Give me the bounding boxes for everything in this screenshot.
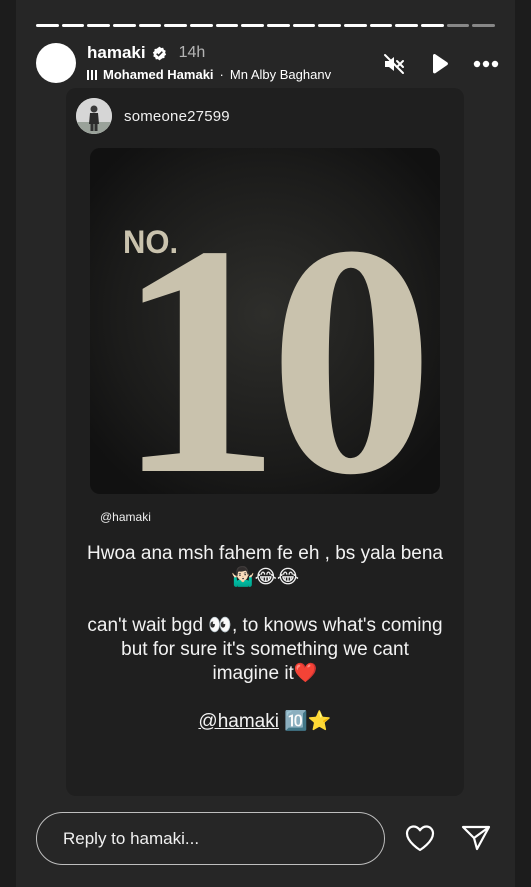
- mute-button[interactable]: [381, 51, 407, 77]
- progress-segment: [138, 24, 162, 27]
- story-controls: [381, 51, 499, 77]
- card-user[interactable]: someone27599: [76, 98, 230, 134]
- shared-post-card[interactable]: someone27599 NO. 10 @hamaki Hwoa ana msh…: [66, 88, 464, 796]
- story-progress-bar: [36, 24, 496, 27]
- reply-actions: [404, 822, 492, 854]
- share-button[interactable]: [460, 822, 492, 854]
- heart-icon: [405, 825, 435, 852]
- play-button[interactable]: [427, 51, 453, 77]
- reply-input[interactable]: Reply to hamaki...: [36, 812, 385, 865]
- progress-segment: [190, 24, 213, 27]
- mention-sticker[interactable]: @hamaki: [100, 510, 151, 524]
- verified-badge-icon: [152, 46, 167, 61]
- progress-segment: [241, 24, 265, 27]
- progress-segment: [472, 24, 496, 27]
- progress-segment: [36, 24, 59, 27]
- progress-segment: [369, 24, 393, 27]
- music-info[interactable]: Mohamed Hamaki · Mn Alby Baghanv: [87, 67, 357, 82]
- progress-segment: [395, 24, 419, 27]
- mention-link[interactable]: @hamaki: [198, 711, 279, 732]
- story-viewer: hamaki 14h Mohamed Hamaki · Mn Alby Bagh…: [16, 0, 515, 887]
- progress-segment: [215, 24, 239, 27]
- progress-segment: [344, 24, 367, 27]
- like-button[interactable]: [404, 822, 436, 854]
- big-number: 10: [116, 178, 424, 494]
- story-header: hamaki 14h Mohamed Hamaki · Mn Alby Bagh…: [36, 42, 499, 86]
- post-time: 14h: [178, 44, 206, 61]
- progress-segment: [267, 24, 290, 27]
- music-song: Mn Alby Baghanv: [229, 67, 332, 82]
- progress-segment: [292, 24, 316, 27]
- caption-tag-line: @hamaki 🔟⭐️: [66, 710, 464, 734]
- person-photo-icon: [76, 98, 112, 134]
- music-separator: ·: [219, 67, 224, 82]
- post-caption: Hwoa ana msh fahem fe eh , bs yala bena🤷…: [66, 542, 464, 758]
- post-photo: NO. 10: [90, 148, 440, 494]
- play-icon: [433, 53, 448, 74]
- progress-segment: [318, 24, 342, 27]
- card-avatar[interactable]: [76, 98, 112, 134]
- user-line: hamaki 14h: [87, 43, 205, 63]
- username[interactable]: hamaki: [87, 43, 146, 63]
- caption-line-2: can't wait bgd 👀, to knows what's coming…: [87, 615, 443, 684]
- tag-emojis: 🔟⭐️: [278, 711, 332, 732]
- progress-segment: [164, 24, 188, 27]
- music-artist: Mohamed Hamaki: [103, 67, 214, 82]
- avatar[interactable]: [36, 43, 76, 83]
- speaker-muted-icon: [384, 54, 404, 74]
- progress-segment: [446, 24, 470, 27]
- reply-placeholder: Reply to hamaki...: [63, 828, 200, 848]
- progress-segment: [421, 24, 444, 27]
- card-username[interactable]: someone27599: [124, 108, 230, 125]
- music-bars-icon: [87, 69, 97, 80]
- more-icon: [473, 60, 499, 68]
- progress-segment: [87, 24, 111, 27]
- caption-line-1: Hwoa ana msh fahem fe eh , bs yala bena🤷…: [87, 543, 443, 588]
- send-icon: [461, 825, 491, 851]
- progress-segment: [61, 24, 85, 27]
- more-options-button[interactable]: [473, 51, 499, 77]
- jersey-number-image: NO. 10: [90, 148, 440, 494]
- progress-segment: [113, 24, 136, 27]
